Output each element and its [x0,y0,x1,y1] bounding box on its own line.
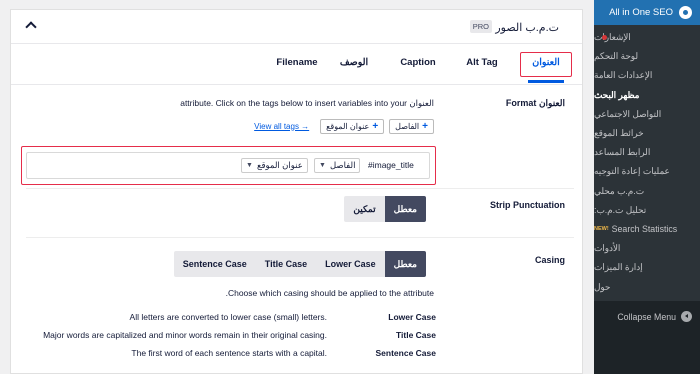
sidebar-item-label: الأدوات [594,243,621,254]
image-title-variable: #image_title [368,160,414,170]
sidebar-item-social-networks[interactable]: التواصل الاجتماعي [594,105,700,124]
tab-title[interactable]: العنوان [528,54,564,70]
active-tab-underline [528,80,564,83]
plus-icon: + [422,120,428,132]
chevron-down-icon[interactable]: ▼ [319,162,326,169]
sidebar-item-notifications[interactable]: الإشعارات [594,28,700,47]
tag-button-label: عنوان الموقع [326,121,370,131]
sidebar-item-label: إدارة الميزات [594,262,643,273]
sidebar-item-label: لوحة التحكم [594,51,638,62]
sidebar-item-label: تحليل ت.م.ب: [594,204,647,215]
sidebar-item-label: التواصل الاجتماعي [594,108,662,119]
casing-sentence-case-option[interactable]: Sentence Case [174,251,256,277]
panel-title: ت.م.ب الصور [495,22,559,34]
tab-description[interactable]: الوصف [336,54,372,70]
view-all-tags-link[interactable]: View all tags → [254,122,309,131]
site-title-chip[interactable]: عنوان الموقع ▼ [241,158,308,173]
sidebar-header-aioseo[interactable]: All in One SEO [594,0,700,25]
tag-button-label: الفاصل [395,121,420,131]
sidebar-item-search-statistics[interactable]: Search Statistics NEW! [594,220,700,239]
pro-badge: PRO [469,20,492,33]
casing-example-label: Sentence Case [375,348,436,358]
casing-example-label: Title Case [395,330,436,340]
aioseo-logo-icon [679,6,692,19]
sidebar-item-link-assistant[interactable]: الرابط المساعد [594,143,700,162]
casing-example-text: Major words are capitalized and minor wo… [43,330,327,340]
collapse-menu-button[interactable]: Collapse Menu [594,306,700,328]
chip-label: عنوان الموقع [256,160,303,170]
sidebar-item-redirects[interactable]: عمليات إعادة التوجيه [594,162,700,181]
admin-sidebar: All in One SEO الإشعارات لوحة التحكم الإ… [594,0,700,374]
sidebar-item-seo-analysis[interactable]: تحليل ت.م.ب: [594,201,700,220]
chip-label: الفاصل [329,160,356,170]
sidebar-item-label: حول [594,281,611,292]
sidebar-item-about[interactable]: حول [594,277,700,296]
panel-header[interactable]: ت.م.ب الصور PRO [11,10,582,44]
sidebar-item-label: ت.م.ب محلي [594,185,644,196]
chevron-down-icon[interactable]: ▼ [246,162,253,169]
notification-dot-icon [602,35,607,40]
sidebar-item-label: خرائط الموقع [594,128,644,139]
sidebar-header-title: All in One SEO [609,7,673,18]
casing-example-label: Lower Case [388,312,436,322]
tab-filename[interactable]: Filename [274,54,320,70]
sidebar-item-label: Search Statistics [611,224,678,235]
sidebar-item-dashboard[interactable]: لوحة التحكم [594,47,700,66]
sidebar-item-tools[interactable]: الأدوات [594,239,700,258]
tab-bar: العنوان Alt Tag Caption الوصف Filename [11,44,582,85]
casing-description: Choose which casing should be applied to… [225,288,434,298]
tag-buttons-row: + الفاصل + عنوان الموقع View all tags → [254,118,434,134]
new-badge: NEW! [594,226,609,233]
chevron-up-icon[interactable] [25,21,37,33]
sidebar-item-feature-manager[interactable]: إدارة الميزات [594,258,700,277]
casing-title-case-option[interactable]: Title Case [256,251,316,277]
row-divider [26,237,574,238]
casing-disabled-option[interactable]: معطل [384,251,426,277]
sidebar-item-general-settings[interactable]: الإعدادات العامة [594,66,700,85]
sidebar-item-label: عمليات إعادة التوجيه [594,166,670,177]
sidebar-item-search-appearance[interactable]: مظهر البحث [594,86,700,105]
strip-punctuation-toggle: تمكين معطل [344,196,426,222]
tab-alt-tag[interactable]: Alt Tag [462,54,502,70]
insert-site-title-tag-button[interactable]: + عنوان الموقع [320,118,385,134]
casing-options: Sentence Case Title Case Lower Case معطل [173,251,426,277]
title-format-label: العنوان Format [505,98,565,108]
insert-separator-tag-button[interactable]: + الفاصل [389,118,434,134]
collapse-menu-label: Collapse Menu [617,311,676,322]
casing-label: Casing [534,255,565,265]
strip-punctuation-disable-option[interactable]: معطل [384,196,426,222]
sidebar-item-local-seo[interactable]: ت.م.ب محلي [594,182,700,201]
sidebar-item-label: الإشعارات [594,32,631,43]
row-divider [26,188,574,189]
separator-chip[interactable]: الفاصل ▼ [314,158,361,173]
sidebar-item-sitemaps[interactable]: خرائط الموقع [594,124,700,143]
strip-punctuation-enable-option[interactable]: تمكين [344,196,384,222]
sidebar-submenu: الإشعارات لوحة التحكم الإعدادات العامة م… [594,25,700,301]
collapse-arrow-icon [681,311,692,323]
plus-icon: + [372,120,379,132]
title-format-description: العنوان attribute. Click on the tags bel… [180,98,434,108]
strip-punctuation-label: Strip Punctuation [490,200,565,210]
casing-example-text: All letters are converted to lower case … [129,312,327,322]
sidebar-item-label: الرابط المساعد [594,147,651,158]
sidebar-item-label: الإعدادات العامة [594,70,653,81]
tab-caption[interactable]: Caption [396,54,440,70]
casing-example-text: The first word of each sentence starts w… [131,348,327,358]
casing-lower-case-option[interactable]: Lower Case [316,251,385,277]
image-seo-panel: ت.م.ب الصور PRO العنوان Alt Tag Caption … [10,9,583,374]
sidebar-item-label: مظهر البحث [594,89,640,100]
